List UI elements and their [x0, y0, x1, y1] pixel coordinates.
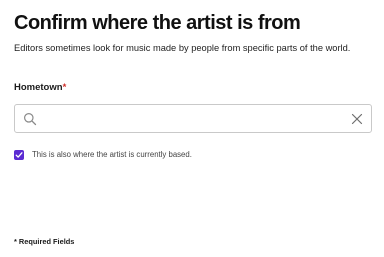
- hometown-input[interactable]: [45, 108, 335, 129]
- search-icon: [24, 113, 37, 126]
- checkmark-icon: [15, 152, 23, 158]
- currently-based-option[interactable]: This is also where the artist is current…: [14, 149, 192, 161]
- hometown-label: Hometown*: [14, 81, 66, 95]
- hometown-search-field[interactable]: [14, 104, 372, 133]
- required-asterisk: *: [62, 82, 67, 93]
- currently-based-checkbox[interactable]: [14, 150, 24, 160]
- close-icon[interactable]: [351, 113, 363, 125]
- required-fields-note: * Required Fields: [14, 237, 75, 246]
- hometown-label-text: Hometown: [14, 82, 63, 93]
- page-subtitle: Editors sometimes look for music made by…: [14, 43, 351, 53]
- page-title: Confirm where the artist is from: [14, 12, 301, 34]
- confirm-hometown-page: Confirm where the artist is from Editors…: [0, 0, 384, 257]
- currently-based-label[interactable]: This is also where the artist is current…: [32, 149, 192, 161]
